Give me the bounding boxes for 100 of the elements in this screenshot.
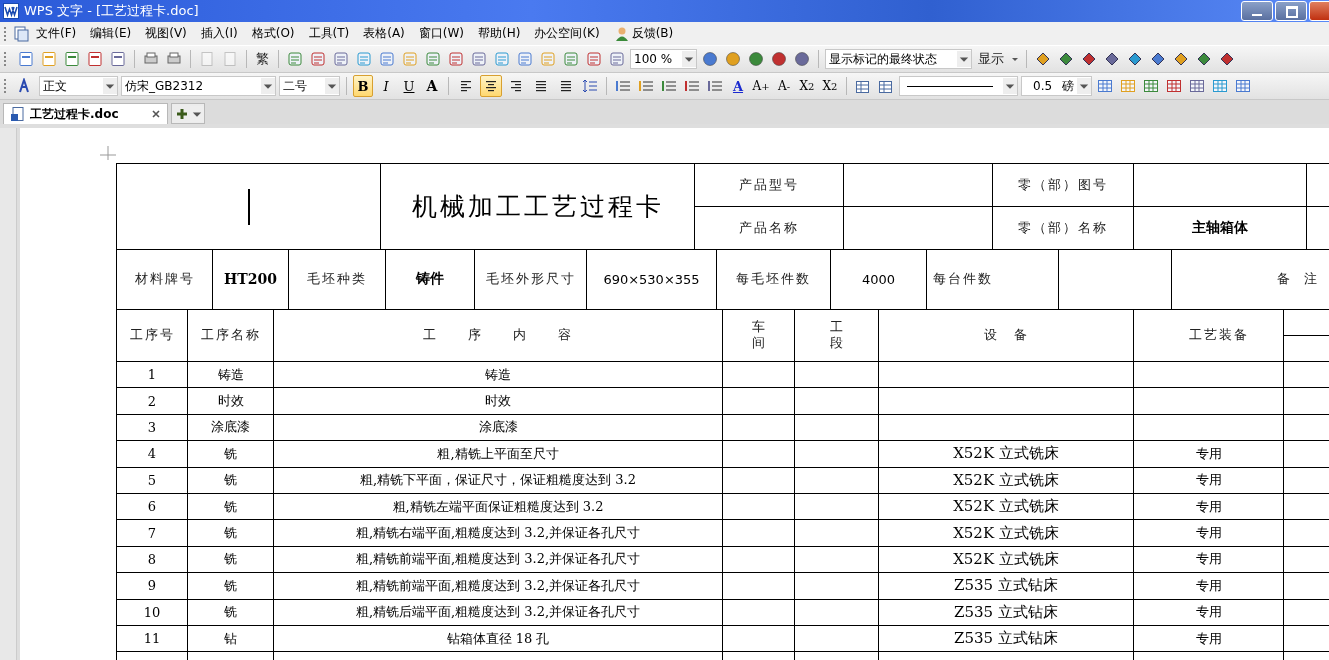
table-cell: 11 (143, 631, 161, 647)
table-cell: 1 (147, 367, 157, 383)
menu-item[interactable]: 帮助(H) (471, 23, 528, 44)
menu-item[interactable]: 表格(A) (356, 23, 412, 44)
font-color-button[interactable]: A (728, 75, 748, 97)
column-header: 工段 (830, 319, 843, 352)
menu-item[interactable]: 编辑(E) (83, 23, 139, 44)
format-button[interactable]: U (399, 75, 419, 97)
table-cell: 铣 (224, 525, 237, 541)
align-distributed-icon (558, 78, 574, 94)
zoom-field[interactable]: 100 % (630, 49, 697, 69)
align-right-icon (508, 78, 524, 94)
close-icon[interactable] (151, 109, 161, 119)
table-cell: 钻 (224, 630, 237, 646)
font-size-dropdown[interactable]: 二号 (279, 76, 340, 96)
table-cell: 铣 (224, 604, 237, 620)
table-cell: 5 (147, 472, 157, 488)
table-cell: 时效 (485, 393, 511, 409)
window-title: WPS 文字 - [工艺过程卡.doc] (24, 2, 199, 20)
align-button[interactable] (480, 75, 502, 97)
table-cell: 主轴箱体 (1192, 219, 1248, 235)
table-cell: 专用 (1195, 525, 1222, 541)
column-header: 工序号 (129, 327, 175, 343)
menu-item[interactable]: 反馈(B) (606, 23, 681, 44)
minimize-button[interactable] (1241, 1, 1273, 21)
printer-icon[interactable] (143, 51, 159, 67)
table-cell: 6 (147, 499, 157, 515)
table-cell: 专用 (1195, 498, 1222, 514)
table-cell: 专用 (1195, 445, 1222, 461)
align-left-icon (458, 78, 474, 94)
menu-item[interactable]: 格式(O) (244, 23, 302, 44)
table-cell: 材料牌号 (134, 271, 195, 287)
table-lines-icon[interactable] (1189, 78, 1205, 94)
table-edit-icon[interactable] (855, 78, 871, 94)
table-cell: X52K 立式铣床 (953, 470, 1059, 489)
menu-item[interactable]: 插入(I) (193, 23, 245, 44)
menu-item[interactable]: 办公空间(K) (527, 23, 607, 44)
font-dropdown[interactable]: 仿宋_GB2312 (121, 76, 276, 96)
show-menu-button[interactable]: 显示 (975, 50, 1007, 68)
table-cell: 690×530×355 (603, 271, 700, 287)
table-cell: 9 (147, 578, 157, 594)
format-button[interactable]: I (376, 75, 396, 97)
column-header: 车间 (752, 319, 765, 352)
bullet-list-icon[interactable] (638, 78, 654, 94)
line-spacing-icon[interactable] (582, 78, 598, 94)
crop-mark-icon (100, 146, 116, 160)
table-cell: 每毛坯件数 (736, 271, 811, 287)
document-icon (10, 106, 26, 122)
table-cell: 铣 (224, 498, 237, 514)
new-document-icon[interactable] (18, 51, 34, 67)
table-cell: 7 (147, 525, 157, 541)
table-cell: 专用 (1195, 472, 1222, 488)
style-dropdown[interactable]: 正文 (39, 76, 118, 96)
person-icon (613, 25, 630, 42)
table-cell: 粗,精铣左端平面保证粗糙度达到 3.2 (392, 498, 604, 514)
traditional-chinese-button[interactable]: 繁 (253, 50, 272, 68)
table-cell: Z535 立式钻床 (954, 602, 1058, 621)
table-cell: X52K 立式铣床 (953, 497, 1059, 516)
table-cell: 专用 (1195, 630, 1222, 646)
text-cursor (247, 188, 250, 225)
document-tab[interactable]: 工艺过程卡.doc (3, 103, 168, 124)
table-cell: 毛坯外形尺寸 (485, 271, 576, 287)
align-justify-icon (533, 78, 549, 94)
line-weight-dropdown[interactable]: 0.5 磅 (1021, 76, 1092, 96)
markup-view-dropdown[interactable]: 显示标记的最终状态 (825, 49, 972, 69)
line-style-dropdown[interactable] (899, 76, 1018, 96)
table-cell: 10 (143, 604, 161, 620)
table-cell: 专用 (1195, 551, 1222, 567)
format-button[interactable]: B (353, 75, 373, 97)
table-cell: 涂底漆 (478, 419, 518, 435)
table-cell: 零（部）名称 (1018, 220, 1108, 235)
table-cell: 专用 (1195, 604, 1222, 620)
table-cell: 铸造 (217, 366, 244, 382)
table-cell: 涂底漆 (211, 419, 250, 435)
document-menu-icon[interactable] (13, 25, 29, 42)
table-cell: 铣 (224, 472, 237, 488)
menu-item[interactable]: 窗口(W) (411, 23, 472, 44)
table-cell: 毛坯种类 (307, 271, 367, 287)
table-cell: 时效 (217, 393, 244, 409)
numbered-list-icon[interactable] (615, 78, 631, 94)
table-cell: 产品型号 (739, 177, 799, 192)
menu-item[interactable]: 文件(F) (29, 23, 84, 44)
table-cell: 4 (147, 446, 157, 462)
app-logo-icon (3, 3, 19, 19)
menu-item[interactable]: 工具(T) (301, 23, 357, 44)
table-cell: 4000 (861, 271, 896, 287)
table-cell: X52K 立式铣床 (953, 523, 1059, 542)
table-grid-icon[interactable] (1166, 78, 1182, 94)
table-cell: 粗,精铣后端平面,粗糙度达到 3.2,并保证各孔尺寸 (355, 604, 641, 620)
restore-button[interactable] (1275, 1, 1307, 21)
table-format-icon[interactable] (878, 78, 894, 94)
menu-item[interactable]: 视图(V) (138, 23, 194, 44)
new-tab-button[interactable] (171, 103, 205, 124)
table-cell: 每台件数 (933, 271, 993, 287)
table-cell: Z535 立式钻床 (954, 576, 1058, 595)
table-cell: Z535 立式钻床 (954, 629, 1058, 648)
table-cell: 粗,精铣前端平面,粗糙度达到 3.2,并保证各孔尺寸 (355, 551, 641, 567)
text-effect-button[interactable]: A (422, 75, 442, 97)
table-cell: X52K 立式铣床 (953, 549, 1059, 568)
table-cell: 零（部）图号 (1018, 177, 1108, 192)
